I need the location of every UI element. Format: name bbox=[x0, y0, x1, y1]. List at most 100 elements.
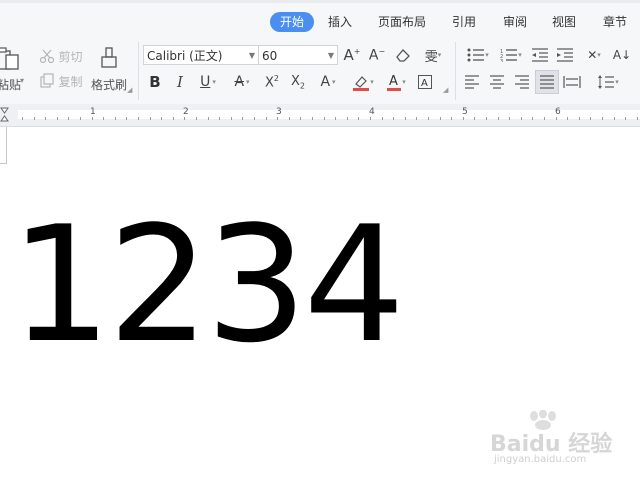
ruler-tick bbox=[602, 117, 603, 120]
group-divider bbox=[455, 42, 456, 100]
bold-icon: B bbox=[149, 73, 161, 91]
cut-button[interactable]: 剪切 bbox=[36, 47, 86, 65]
grow-font-button[interactable]: A+ bbox=[343, 45, 361, 65]
font-launcher-icon[interactable]: ◢ bbox=[443, 86, 448, 94]
chevron-down-icon: ▾ bbox=[615, 78, 619, 86]
paste-dropdown-arrow[interactable]: ▾ bbox=[20, 76, 24, 85]
align-left-button[interactable] bbox=[462, 72, 482, 92]
ruler-tick bbox=[451, 117, 452, 120]
highlight-button[interactable]: ▾ bbox=[348, 72, 378, 92]
paste-label[interactable]: 粘贴 bbox=[0, 76, 21, 93]
copy-button[interactable]: 复制 bbox=[36, 72, 86, 90]
indent-icon bbox=[557, 48, 573, 62]
tab-review[interactable]: 审阅 bbox=[503, 12, 527, 32]
subscript-button[interactable]: X2 bbox=[288, 72, 308, 92]
underline-icon: U bbox=[200, 74, 211, 90]
superscript-button[interactable]: X2 bbox=[262, 72, 282, 92]
decrease-indent-button[interactable] bbox=[530, 45, 550, 65]
italic-button[interactable]: I bbox=[171, 72, 189, 92]
ribbon-toolbar: 粘贴 ▾ 剪切 复制 格式刷 ◢ Calibri (正文) ▼ 60 ▼ A+ … bbox=[0, 42, 640, 104]
copy-icon bbox=[40, 73, 55, 88]
strikethrough-button[interactable]: A ▾ bbox=[228, 72, 256, 92]
font-family-value: Calibri (正文) bbox=[147, 49, 223, 63]
tab-insert[interactable]: 插入 bbox=[328, 12, 352, 32]
shrink-font-button[interactable]: A− bbox=[368, 45, 386, 65]
line-spacing-icon bbox=[598, 75, 615, 89]
bold-button[interactable]: B bbox=[146, 72, 164, 92]
ruler-number: 1 bbox=[90, 107, 96, 117]
font-size-select[interactable]: 60 ▼ bbox=[258, 45, 338, 65]
ruler-tick bbox=[22, 117, 23, 120]
ruler-tick bbox=[312, 117, 313, 120]
bullets-button[interactable]: ▾ bbox=[464, 45, 492, 65]
char-border-button[interactable]: A bbox=[416, 73, 434, 91]
ruler-tick bbox=[358, 117, 359, 120]
paste-button[interactable] bbox=[0, 44, 22, 72]
align-left-icon bbox=[465, 75, 479, 89]
ruler-tick bbox=[173, 117, 174, 120]
ruler-tick bbox=[277, 117, 278, 120]
indent-marker-icon[interactable] bbox=[0, 107, 10, 123]
tab-start[interactable]: 开始 bbox=[270, 12, 315, 32]
tab-page-layout[interactable]: 页面布局 bbox=[378, 12, 426, 32]
chinese-layout-button[interactable]: ✕ ▾ bbox=[580, 45, 608, 65]
ruler-tick bbox=[103, 117, 104, 120]
clipboard-launcher-icon[interactable]: ◢ bbox=[127, 86, 132, 94]
justify-button[interactable] bbox=[535, 70, 559, 94]
svg-text:A: A bbox=[389, 74, 398, 89]
chevron-down-icon: ▼ bbox=[248, 51, 255, 60]
ruler-tick bbox=[335, 117, 336, 120]
ruler-tick bbox=[567, 117, 568, 120]
chevron-down-icon: ▾ bbox=[437, 51, 442, 59]
align-right-icon bbox=[515, 75, 529, 89]
font-color-button[interactable]: A ▾ bbox=[382, 72, 410, 92]
ruler-tick bbox=[115, 117, 116, 120]
ruler-tick bbox=[463, 117, 464, 120]
tab-sections[interactable]: 章节 bbox=[603, 12, 627, 32]
ruler-number: 4 bbox=[369, 107, 375, 117]
format-painter-label[interactable]: 格式刷 bbox=[91, 76, 127, 93]
ruler-track bbox=[18, 110, 640, 119]
ribbon-tab-bar: 开始 插入 页面布局 引用 审阅 视图 章节 bbox=[0, 0, 640, 42]
font-family-select[interactable]: Calibri (正文) ▼ bbox=[143, 45, 259, 65]
distribute-icon bbox=[563, 76, 581, 88]
ruler-tick bbox=[68, 117, 69, 120]
ruler-tick bbox=[614, 117, 615, 120]
cut-label: 剪切 bbox=[58, 49, 83, 64]
ruler-tick bbox=[126, 117, 127, 120]
scissors-icon bbox=[40, 49, 55, 64]
ruler-tick bbox=[556, 117, 557, 120]
phonetic-button[interactable]: 雯 ▾ bbox=[418, 45, 448, 65]
format-painter-button[interactable] bbox=[96, 44, 124, 72]
ruler-tick bbox=[92, 117, 93, 120]
chinese-layout-icon: ✕ bbox=[587, 48, 598, 62]
superscript-icon: X2 bbox=[265, 73, 279, 91]
ruler-tick bbox=[150, 117, 151, 120]
tab-references[interactable]: 引用 bbox=[452, 12, 476, 32]
numbering-button[interactable]: 1 2 3 ▾ bbox=[497, 45, 525, 65]
line-spacing-button[interactable]: ▾ bbox=[594, 72, 622, 92]
ruler-tick bbox=[625, 117, 626, 120]
phonetic-guide-icon: 雯 bbox=[424, 49, 438, 65]
ruler-tick bbox=[80, 117, 81, 120]
document-text[interactable]: 1234 bbox=[10, 205, 405, 365]
underline-button[interactable]: U ▾ bbox=[195, 72, 221, 92]
title-strip bbox=[0, 0, 640, 3]
ruler-tick bbox=[416, 117, 417, 120]
ruler-tick bbox=[486, 117, 487, 120]
distributed-button[interactable] bbox=[562, 72, 582, 92]
font-size-value: 60 bbox=[262, 49, 278, 63]
increase-indent-button[interactable] bbox=[555, 45, 575, 65]
ruler-tick bbox=[324, 117, 325, 120]
ruler-tick bbox=[254, 117, 255, 120]
text-effect-button[interactable]: A ▾ bbox=[314, 72, 342, 92]
highlighter-icon bbox=[353, 76, 370, 91]
align-right-button[interactable] bbox=[512, 72, 532, 92]
text-direction-button[interactable]: A↓ bbox=[612, 45, 632, 65]
text-direction-icon: A↓ bbox=[612, 48, 632, 62]
align-center-button[interactable] bbox=[487, 72, 507, 92]
ruler-tick bbox=[405, 117, 406, 120]
tab-view[interactable]: 视图 bbox=[552, 12, 576, 32]
font-color-icon: A bbox=[387, 74, 402, 91]
clear-format-button[interactable] bbox=[394, 46, 412, 64]
